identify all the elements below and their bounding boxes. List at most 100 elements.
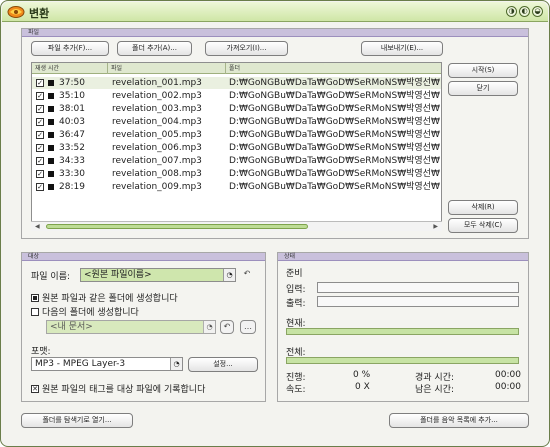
row-duration: 37:50 <box>59 78 85 88</box>
start-button[interactable]: 시작(S) <box>448 63 518 78</box>
row-checkbox[interactable]: ✓ <box>36 105 44 113</box>
folder-history-icon: ↶ <box>220 320 234 334</box>
row-folder: D:₩GoNGBu₩DaTa₩GoD₩SeRMoNS₩박영선₩ <box>229 143 440 153</box>
add-folder-to-playlist-button[interactable]: 폴더를 음악 목록에 추가... <box>389 413 529 428</box>
close-button[interactable]: ◒ <box>532 6 543 17</box>
undo-filename-icon[interactable]: ↶ <box>240 268 254 282</box>
status-section: 상태 <box>277 252 529 402</box>
column-header-folder[interactable]: 폴더 <box>226 63 441 74</box>
speed-label: 속도: <box>286 385 306 395</box>
row-folder: D:₩GoNGBu₩DaTa₩GoD₩SeRMoNS₩박영선₩ <box>229 130 440 140</box>
row-marker-icon <box>48 171 54 177</box>
row-marker-icon <box>48 132 54 138</box>
folder-value: <내 문서> <box>50 322 93 332</box>
list-item[interactable]: ✓ 35:10 revelation_002.mp3 D:₩GoNGBu₩DaT… <box>32 90 441 102</box>
speed-value: 0 X <box>355 382 370 392</box>
current-progress-bar <box>286 328 519 335</box>
row-filename: revelation_009.mp3 <box>112 182 202 192</box>
status-ready-text: 준비 <box>286 269 303 279</box>
open-folder-explorer-button[interactable]: 폴더를 탐색기로 열기... <box>21 413 133 428</box>
column-header-file[interactable]: 파일 <box>108 63 226 74</box>
row-filename: revelation_008.mp3 <box>112 169 202 179</box>
scrollbar-thumb[interactable] <box>46 224 308 229</box>
row-filename: revelation_002.mp3 <box>112 91 202 101</box>
row-checkbox[interactable]: ✓ <box>36 92 44 100</box>
filename-input[interactable]: <원본 파일이름> ◔ <box>80 268 236 282</box>
close-dialog-button[interactable]: 닫기 <box>448 81 518 96</box>
minimize-button[interactable]: ◑ <box>506 6 517 17</box>
input-label: 입력: <box>286 285 306 295</box>
import-button[interactable]: 가져오기(I)... <box>205 41 288 56</box>
row-filename: revelation_003.mp3 <box>112 104 202 114</box>
row-duration: 38:01 <box>59 104 85 114</box>
row-folder: D:₩GoNGBu₩DaTa₩GoD₩SeRMoNS₩박영선₩ <box>229 156 440 166</box>
files-section-header: 파일 <box>22 29 528 37</box>
add-files-button[interactable]: 파일 추가(F)... <box>31 41 109 56</box>
row-marker-icon <box>48 145 54 151</box>
row-checkbox[interactable]: ✓ <box>36 157 44 165</box>
row-duration: 36:47 <box>59 130 85 140</box>
add-folder-button[interactable]: 폴더 추가(A)... <box>117 41 192 56</box>
output-label: 출력: <box>286 299 306 309</box>
total-progress-bar <box>286 357 519 364</box>
row-filename: revelation_006.mp3 <box>112 143 202 153</box>
row-duration: 28:19 <box>59 182 85 192</box>
file-list[interactable]: 재생 시간 파일 폴더 ✓ 37:50 revelation_001.mp3 D… <box>31 62 442 231</box>
remaining-label: 남은 시간: <box>415 385 455 395</box>
row-folder: D:₩GoNGBu₩DaTa₩GoD₩SeRMoNS₩박영선₩ <box>229 104 440 114</box>
row-folder: D:₩GoNGBu₩DaTa₩GoD₩SeRMoNS₩박영선₩ <box>229 182 440 192</box>
format-label: 포맷: <box>31 347 51 357</box>
row-checkbox[interactable]: ✓ <box>36 144 44 152</box>
format-select[interactable]: MP3 - MPEG Layer-3 ◔ <box>31 357 183 371</box>
folder-input: <내 문서> ◔ <box>46 320 216 334</box>
same-folder-label[interactable]: 원본 파일과 같은 폴더에 생성합니다 <box>42 291 178 304</box>
row-folder: D:₩GoNGBu₩DaTa₩GoD₩SeRMoNS₩박영선₩ <box>229 117 440 127</box>
column-header-duration[interactable]: 재생 시간 <box>32 63 108 74</box>
row-checkbox[interactable]: ✓ <box>36 118 44 126</box>
copy-tags-label[interactable]: 원본 파일의 태그를 대상 파일에 기록합니다 <box>42 382 205 395</box>
list-item[interactable]: ✓ 38:01 revelation_003.mp3 D:₩GoNGBu₩DaT… <box>32 103 441 115</box>
list-item[interactable]: ✓ 40:03 revelation_004.mp3 D:₩GoNGBu₩DaT… <box>32 116 441 128</box>
maximize-button[interactable]: ◐ <box>519 6 530 17</box>
scroll-right-icon[interactable]: ▶ <box>433 223 438 230</box>
horizontal-scrollbar[interactable]: ◀ ▶ <box>31 221 442 231</box>
filename-label: 파일 이름: <box>31 272 71 282</box>
list-item[interactable]: ✓ 36:47 revelation_005.mp3 D:₩GoNGBu₩DaT… <box>32 129 441 141</box>
row-folder: D:₩GoNGBu₩DaTa₩GoD₩SeRMoNS₩박영선₩ <box>229 169 440 179</box>
row-filename: revelation_004.mp3 <box>112 117 202 127</box>
row-marker-icon <box>48 106 54 112</box>
same-folder-radio[interactable] <box>31 294 39 302</box>
list-item[interactable]: ✓ 33:30 revelation_008.mp3 D:₩GoNGBu₩DaT… <box>32 168 441 180</box>
scroll-left-icon[interactable]: ◀ <box>35 223 40 230</box>
other-folder-label[interactable]: 다음의 폴더에 생성합니다 <box>42 305 139 318</box>
copy-tags-checkbox[interactable]: ✕ <box>31 385 39 393</box>
window-title: 변환 <box>29 7 50 20</box>
delete-button[interactable]: 삭제(R) <box>448 200 518 215</box>
row-marker-icon <box>48 119 54 125</box>
row-checkbox[interactable]: ✓ <box>36 79 44 87</box>
row-marker-icon <box>48 184 54 190</box>
delete-all-button[interactable]: 모두 삭제(C) <box>448 218 518 233</box>
row-filename: revelation_001.mp3 <box>112 78 202 88</box>
row-checkbox[interactable]: ✓ <box>36 183 44 191</box>
filename-dropdown-icon[interactable]: ◔ <box>223 269 235 281</box>
row-duration: 40:03 <box>59 117 85 127</box>
row-duration: 33:30 <box>59 169 85 179</box>
row-folder: D:₩GoNGBu₩DaTa₩GoD₩SeRMoNS₩박영선₩ <box>229 91 440 101</box>
list-item[interactable]: ✓ 37:50 revelation_001.mp3 D:₩GoNGBu₩DaT… <box>32 77 441 89</box>
filename-value: <원본 파일이름> <box>84 270 152 280</box>
row-checkbox[interactable]: ✓ <box>36 170 44 178</box>
output-path-field <box>317 296 519 307</box>
row-marker-icon <box>48 158 54 164</box>
row-checkbox[interactable]: ✓ <box>36 131 44 139</box>
title-bar[interactable]: 변환 ◑ ◐ ◒ <box>2 2 548 22</box>
export-button[interactable]: 내보내기(E)... <box>361 41 443 56</box>
list-item[interactable]: ✓ 33:52 revelation_006.mp3 D:₩GoNGBu₩DaT… <box>32 142 441 154</box>
format-dropdown-icon[interactable]: ◔ <box>170 358 182 370</box>
other-folder-radio[interactable] <box>31 308 39 316</box>
list-item[interactable]: ✓ 34:33 revelation_007.mp3 D:₩GoNGBu₩DaT… <box>32 155 441 167</box>
list-item[interactable]: ✓ 28:19 revelation_009.mp3 D:₩GoNGBu₩DaT… <box>32 181 441 193</box>
format-settings-button[interactable]: 설정... <box>188 357 258 372</box>
status-section-header: 상태 <box>278 253 528 261</box>
row-duration: 33:52 <box>59 143 85 153</box>
